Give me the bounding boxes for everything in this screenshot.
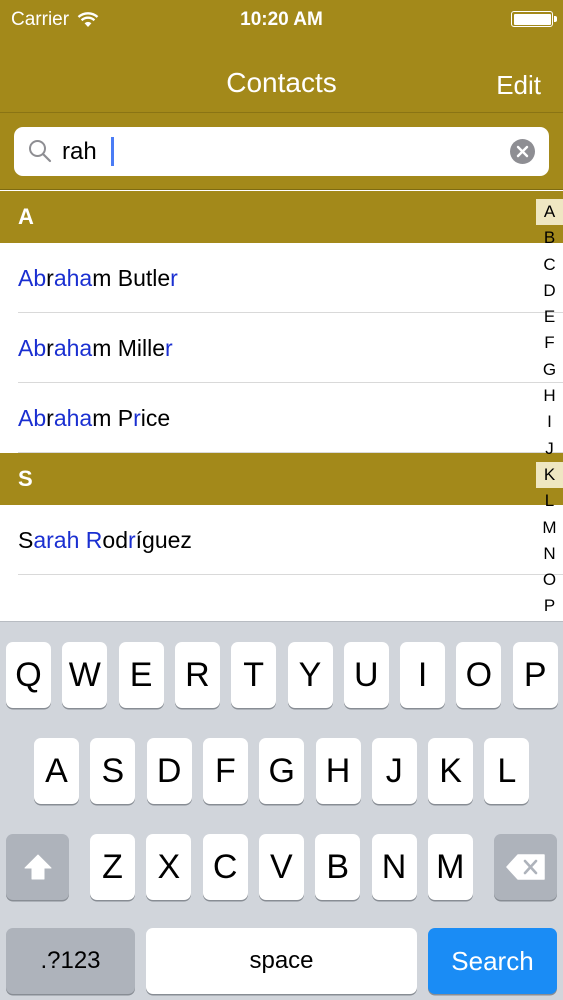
index-letter[interactable]: N [536,541,563,567]
close-icon [516,145,529,158]
index-letter[interactable]: G [536,357,563,383]
name-match-highlight: Ab [18,335,47,361]
contact-row[interactable]: Abraham Price [0,383,563,453]
key-t[interactable]: T [231,642,277,708]
key-c[interactable]: C [202,834,248,900]
index-letter[interactable]: L [536,488,563,514]
clear-search-button[interactable] [510,139,535,164]
name-text: m Mille [92,335,166,361]
key-f[interactable]: F [202,738,248,804]
key-d[interactable]: D [146,738,192,804]
name-match-highlight: r [133,405,141,431]
name-match-highlight: R [85,527,103,553]
key-z[interactable]: Z [90,834,135,900]
section-index[interactable]: ABCDEFGHIJKLMNOP [536,191,563,621]
key-s[interactable]: S [90,738,136,804]
index-letter[interactable]: K [536,461,563,489]
index-letter[interactable]: C [536,252,563,278]
name-text: ice [140,405,171,431]
name-match-highlight: aha [53,335,93,361]
key-r[interactable]: R [174,642,220,708]
key-a[interactable]: A [34,738,79,804]
contact-row[interactable]: Sarah Rodríguez [0,505,563,575]
name-match-highlight: arah [33,527,80,553]
index-letter[interactable]: D [536,278,563,304]
name-text: od [102,527,128,553]
name-text: íguez [135,527,192,553]
index-letter[interactable]: H [536,383,563,409]
key-q[interactable]: Q [6,642,51,708]
key-k[interactable]: K [428,738,474,804]
name-text: m Butle [92,265,171,291]
contact-row[interactable]: Abraham Miller [0,313,563,383]
index-letter[interactable]: J [536,436,563,462]
name-match-highlight: Ab [18,265,47,291]
status-time: 10:20 AM [240,9,323,30]
name-text: m P [92,405,134,431]
index-letter[interactable]: M [536,515,563,541]
name-match-highlight: r [165,335,173,361]
key-l[interactable]: L [484,738,530,804]
search-icon [29,140,52,163]
keyboard: .?123 space Search QWERTYUIOP ASDFGHJKL ZX… [0,621,563,1000]
search-input[interactable] [62,127,502,176]
key-n[interactable]: N [371,834,417,900]
search-field[interactable] [14,127,549,176]
name-text: S [18,527,34,553]
key-u[interactable]: U [343,642,389,708]
index-letter[interactable]: I [536,409,563,435]
key-g[interactable]: G [259,738,305,804]
backspace-key[interactable] [494,834,557,900]
name-text: r [46,405,54,431]
key-v[interactable]: V [258,834,304,900]
name-match-highlight: r [128,527,136,553]
name-match-highlight: Ab [18,405,47,431]
index-letter[interactable]: E [536,304,563,330]
name-text: r [46,335,54,361]
name-text: r [46,265,54,291]
shift-icon [24,854,51,880]
key-x[interactable]: X [146,834,192,900]
index-letter[interactable]: A [536,199,563,226]
name-match-highlight: aha [53,265,93,291]
key-o[interactable]: O [456,642,502,708]
index-letter[interactable]: P [536,593,563,619]
backspace-icon [505,854,545,880]
contact-list[interactable]: A Abraham Butler Abraham Miller Abraham Pri… [0,191,563,621]
key-y[interactable]: Y [287,642,333,708]
section-header: S [0,453,563,505]
edit-button[interactable]: Edit [496,70,541,101]
space-key[interactable]: space [146,928,417,994]
page-title: Contacts [226,67,337,98]
key-m[interactable]: M [427,834,473,900]
contact-row[interactable]: Abraham Butler [0,243,563,313]
shift-key[interactable] [6,834,69,900]
section-header: A [0,191,563,243]
index-letter[interactable]: O [536,567,563,593]
name-match-highlight: r [170,265,178,291]
search-bar [0,113,563,190]
key-j[interactable]: J [371,738,417,804]
key-p[interactable]: P [512,642,558,708]
index-letter[interactable]: F [536,330,563,356]
search-key[interactable]: Search [428,928,557,994]
key-e[interactable]: E [118,642,164,708]
text-caret [111,137,114,166]
key-b[interactable]: B [315,834,361,900]
battery-icon [511,11,557,27]
key-w[interactable]: W [62,642,108,708]
name-match-highlight: aha [53,405,93,431]
index-letter[interactable]: B [536,225,563,251]
numbers-key[interactable]: .?123 [6,928,135,994]
navigation-bar: Carrier 10:20 AM Contacts Edit [0,0,563,113]
status-bar: Carrier 10:20 AM [0,0,563,40]
key-i[interactable]: I [400,642,446,708]
key-h[interactable]: H [315,738,361,804]
contact-row[interactable] [0,575,563,621]
